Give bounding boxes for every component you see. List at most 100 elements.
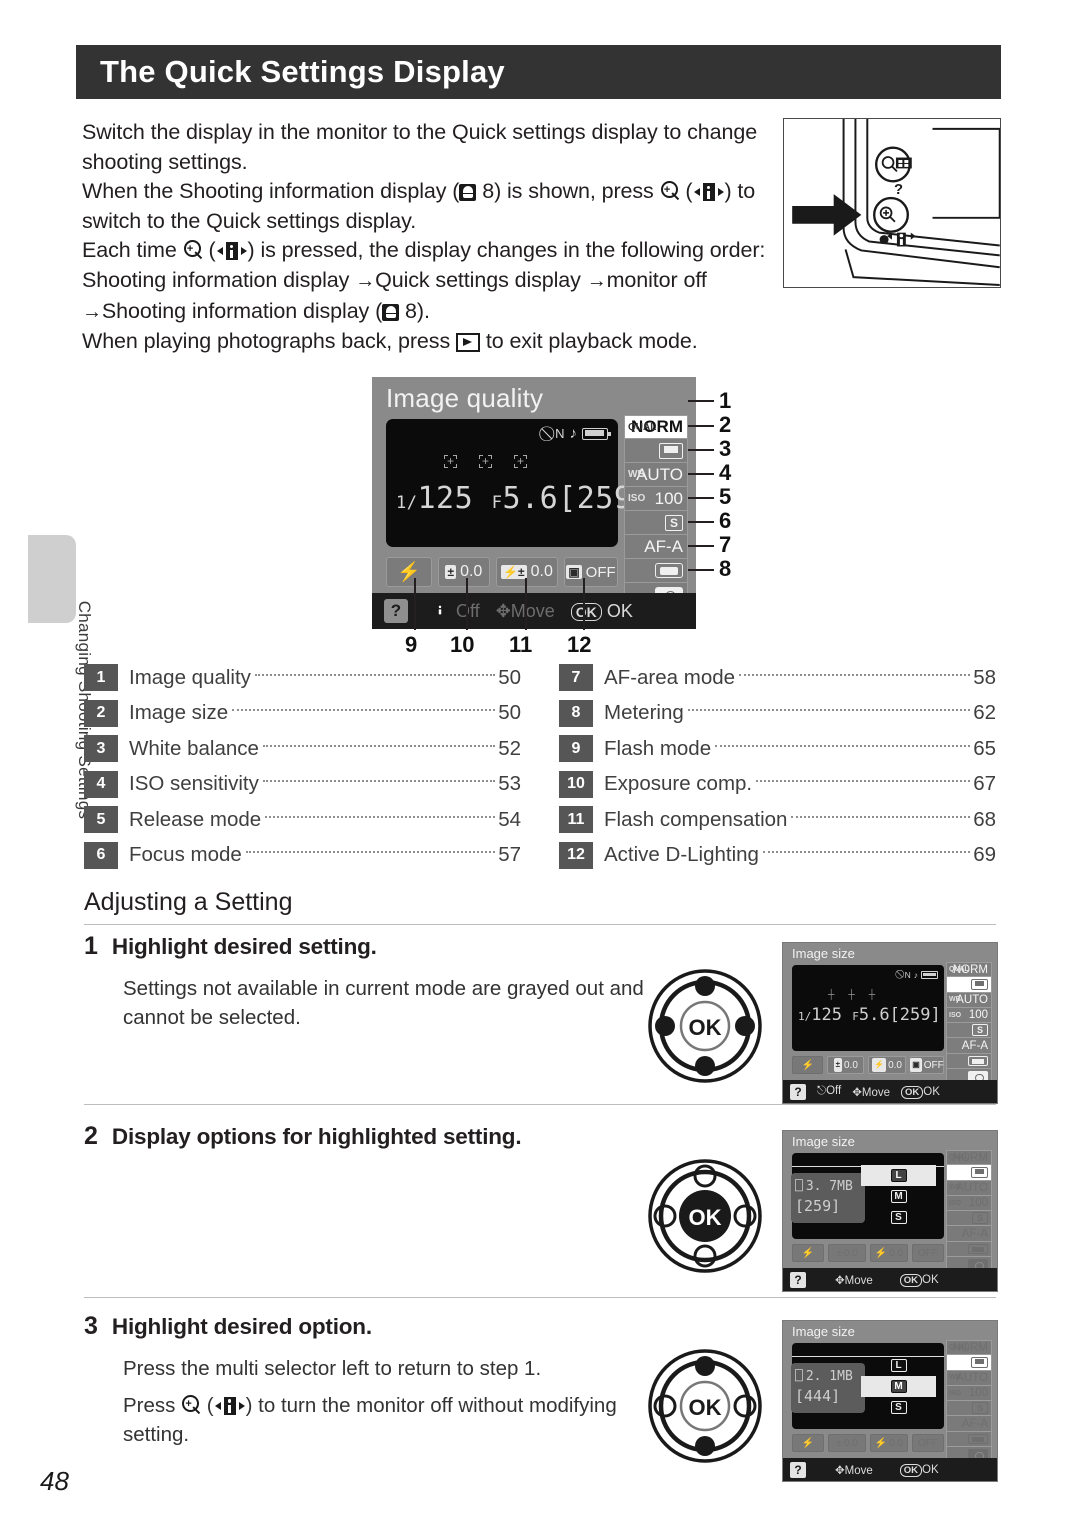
setting-image-size[interactable] (946, 1165, 992, 1181)
setting-image-size[interactable] (624, 439, 688, 463)
setting-focus-mode[interactable]: AF-A (624, 535, 688, 559)
setting-iso-sensitivity[interactable]: ISO 100 (946, 1385, 992, 1402)
ok-label: OK (922, 1273, 939, 1286)
flash-mode-item[interactable]: ⚡ (386, 557, 432, 587)
intro-p4-b: Quick settings display (375, 267, 587, 292)
move-label: Move (844, 1464, 873, 1477)
option-row-large[interactable]: L (861, 1165, 936, 1186)
setting-white-balance[interactable]: WB AUTO (946, 1370, 992, 1386)
setting-release-mode[interactable]: S (946, 1023, 992, 1039)
iso-label: ISO (949, 1199, 962, 1207)
zoom-in-icon: + (181, 1395, 201, 1416)
setting-release-mode[interactable]: S (624, 511, 688, 535)
exposure-comp-item[interactable]: ±0.0 (828, 1244, 866, 1262)
setting-white-balance[interactable]: WB AUTO (946, 992, 992, 1008)
exposure-comp-item[interactable]: ± 0.0 (437, 557, 490, 587)
index-row[interactable]: 5 Release mode 54 (84, 802, 521, 838)
index-row[interactable]: 6 Focus mode 57 (84, 838, 521, 874)
setting-af-area-mode[interactable] (946, 1053, 992, 1070)
active-dlighting-item[interactable]: OFF (911, 1244, 944, 1262)
flash-mode-item[interactable]: ⚡ (792, 1244, 825, 1262)
setting-focus-mode[interactable]: AF-A (946, 1226, 992, 1242)
index-row[interactable]: 1 Image quality 50 (84, 660, 521, 696)
release-mode-single-icon: S (971, 1024, 988, 1037)
svg-text:?: ? (894, 182, 903, 198)
help-question-icon[interactable]: ? (790, 1271, 806, 1288)
help-question-icon[interactable]: ? (384, 599, 408, 623)
active-dlighting-item[interactable]: OFF (911, 1434, 944, 1452)
setting-af-area-mode[interactable] (946, 1241, 992, 1258)
setting-focus-mode[interactable]: AF-A (946, 1416, 992, 1432)
help-question-icon[interactable]: ? (790, 1083, 806, 1100)
svg-text:OK: OK (689, 1015, 722, 1040)
index-row[interactable]: 9 Flash mode 65 (559, 731, 996, 767)
multi-selector-step-3[interactable]: OK (646, 1347, 764, 1465)
option-row-small[interactable]: S (861, 1397, 936, 1418)
setting-image-size[interactable] (946, 977, 992, 993)
setting-focus-mode[interactable]: AF-A (946, 1038, 992, 1054)
move-hint: ✥Move (852, 1086, 891, 1099)
flash-comp-item[interactable]: ⚡± 0.0 (496, 557, 558, 587)
page-title-bar: The Quick Settings Display (76, 45, 1001, 99)
exposure-comp-item[interactable]: ±0.0 (828, 1434, 866, 1452)
index-row[interactable]: 8 Metering 62 (559, 696, 996, 732)
flash-comp-item[interactable]: ⚡ 0.0 (868, 1056, 906, 1074)
lcd-step-2-bottom-row: ⚡ ±0.0 ⚡ 0.0 OFF (792, 1243, 944, 1263)
lcd-step-2-settings-column: QUAL NORM WB AUTO ISO 100 S AF-A (946, 1150, 992, 1273)
camera-back-illustration: ? (783, 118, 1001, 288)
focus-bracket: ┼ (868, 989, 876, 999)
setting-image-quality[interactable]: QUAL NORM (624, 415, 688, 439)
setting-release-mode[interactable]: S (946, 1401, 992, 1417)
setting-image-quality[interactable]: QUAL NORM (946, 962, 992, 978)
adjusting-section-header: Adjusting a Setting (84, 888, 996, 925)
ok-chip: OK (570, 602, 602, 621)
flash-comp-item[interactable]: ⚡ 0.0 (870, 1434, 908, 1452)
step-3-body: Press the multi selector left to return … (123, 1354, 684, 1449)
lcd-step-1-title: Image size (792, 946, 855, 961)
lcd-step-1-help-bar: ? ⎋Off ✥Move OK OK (783, 1080, 997, 1103)
option-row-medium[interactable]: M (861, 1376, 936, 1397)
help-question-icon[interactable]: ? (790, 1461, 806, 1478)
option-row-medium[interactable]: M (861, 1186, 936, 1207)
setting-af-area-mode[interactable] (946, 1431, 992, 1448)
option-row-large[interactable]: L (861, 1355, 936, 1376)
setting-image-size[interactable] (946, 1355, 992, 1371)
flash-mode-item[interactable]: ⚡ (792, 1434, 825, 1452)
shutter-prefix: 1/ (798, 1010, 812, 1023)
index-row[interactable]: 7 AF-area mode 58 (559, 660, 996, 696)
intro-paragraph-5: When playing photographs back, press to … (82, 327, 782, 357)
active-dlighting-item[interactable]: ▣ OFF (564, 557, 618, 587)
index-row[interactable]: 4 ISO sensitivity 53 (84, 767, 521, 803)
leader-dots (791, 815, 971, 818)
setting-release-mode[interactable]: S (946, 1211, 992, 1227)
callout-number-10: 10 (450, 632, 475, 657)
setting-image-quality[interactable]: QUAL NORM (946, 1150, 992, 1166)
af-area-mode-icon (655, 563, 683, 578)
index-row[interactable]: 11 Flash compensation 68 (559, 802, 996, 838)
leader-dots (245, 851, 496, 854)
setting-iso-sensitivity[interactable]: ISO 100 (946, 1007, 992, 1024)
setting-image-quality[interactable]: QUAL NORM (946, 1340, 992, 1356)
option-row-small[interactable]: S (861, 1207, 936, 1228)
active-dlighting-icon: ▣ (910, 1058, 922, 1072)
index-row[interactable]: 12 Active D-Lighting 69 (559, 838, 996, 874)
flash-comp-value: 0.0 (889, 1437, 904, 1449)
callout-number-8: 8 (719, 556, 732, 581)
index-row[interactable]: 2 Image size 50 (84, 696, 521, 732)
flash-comp-item[interactable]: ⚡ 0.0 (870, 1244, 908, 1262)
setting-white-balance[interactable]: WB AUTO (946, 1180, 992, 1196)
active-dlighting-item[interactable]: ▣ OFF (910, 1056, 944, 1074)
flash-mode-item[interactable]: ⚡ (792, 1056, 824, 1074)
index-row[interactable]: 3 White balance 52 (84, 731, 521, 767)
index-row[interactable]: 10 Exposure comp. 67 (559, 767, 996, 803)
flash-comp-icon: ⚡ (874, 1247, 888, 1259)
setting-af-area-mode[interactable] (624, 559, 688, 583)
exposure-comp-value: 0.0 (843, 1247, 858, 1259)
setting-iso-sensitivity[interactable]: ISO 100 (946, 1195, 992, 1212)
leader-dots (715, 744, 971, 747)
exposure-comp-item[interactable]: ±0.0 (827, 1056, 865, 1074)
multi-selector-step-2[interactable]: OK (646, 1157, 764, 1275)
setting-white-balance[interactable]: WB AUTO (624, 463, 688, 487)
setting-iso-sensitivity[interactable]: ISO 100 (624, 487, 688, 511)
multi-selector-step-1[interactable]: OK (646, 967, 764, 1085)
